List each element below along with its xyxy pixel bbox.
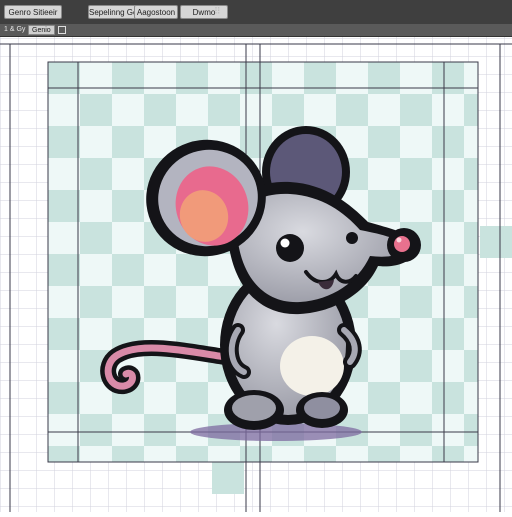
square-icon[interactable]: [58, 26, 66, 34]
mouse-eye: [276, 234, 304, 262]
checker-extension: [480, 226, 512, 258]
mouse-belly: [280, 336, 344, 396]
checker-extension-bottom: [212, 462, 244, 494]
toolbar-button-1[interactable]: Genro Sitieeir: [4, 5, 62, 19]
toolbar: Genro Sitieeir Sepelinng Genro Aagostoon…: [0, 0, 512, 25]
toolbar-button-3[interactable]: Aagostoon: [134, 5, 178, 19]
mouse-eye-far: [346, 232, 358, 244]
sub-toolbar: 1 & Gy Genio: [0, 24, 512, 37]
sub-toolbar-box[interactable]: Genio: [28, 25, 55, 35]
sub-toolbar-label: 1 & Gy: [4, 26, 26, 33]
mouse-shadow: [190, 423, 362, 441]
mouse-foot-left: [232, 395, 276, 421]
canvas-area[interactable]: [0, 37, 512, 512]
mouse-foot-right: [304, 397, 340, 419]
grip-icon[interactable]: ⠿: [214, 6, 222, 17]
